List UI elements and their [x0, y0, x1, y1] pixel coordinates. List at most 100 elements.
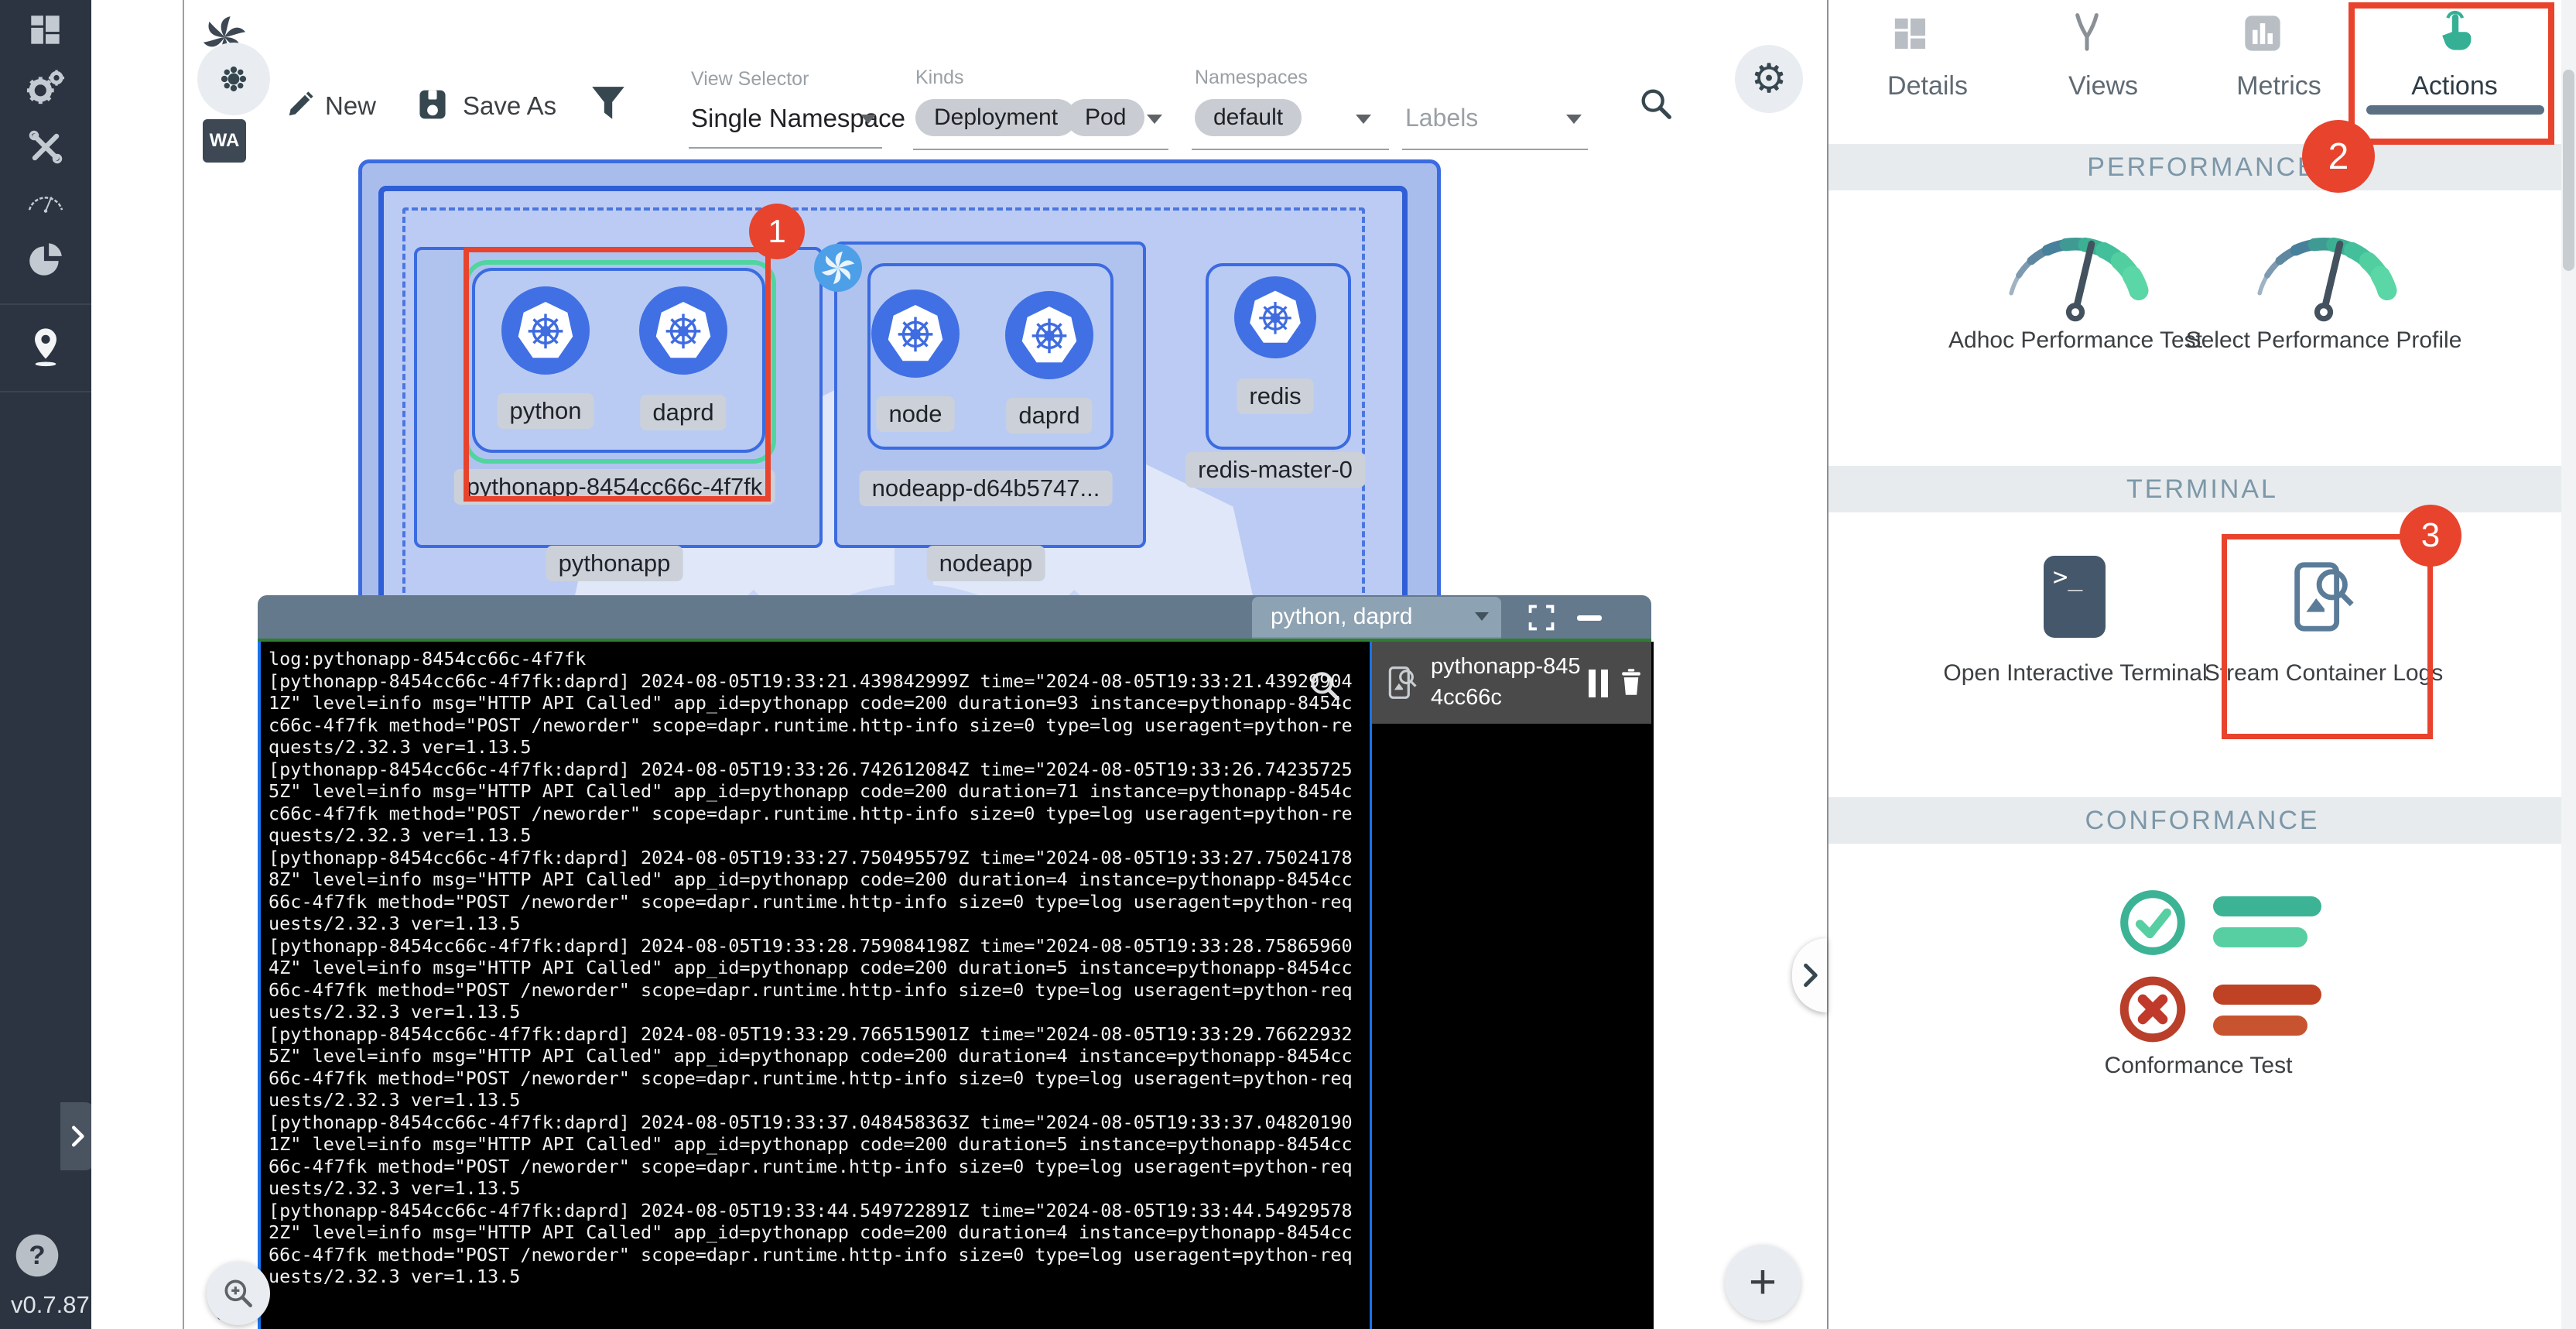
save-icon[interactable]	[415, 87, 450, 122]
annotation-box-1	[464, 247, 771, 502]
annotation-box-3	[2222, 534, 2433, 739]
log-entry: [pythonapp-8454cc66c-4f7fk:daprd] 2024-0…	[269, 847, 1360, 935]
container-selector-dropdown[interactable]: python, daprd	[1252, 597, 1501, 639]
diagram-menu-button[interactable]	[197, 43, 270, 115]
container-redis[interactable]	[1234, 276, 1316, 358]
adhoc-performance-gauge-icon	[1990, 217, 2160, 327]
section-terminal-header: TERMINAL	[1829, 466, 2576, 512]
panel-divider	[1827, 0, 1829, 1329]
settings-gears-icon[interactable]	[22, 64, 70, 112]
minimize-icon[interactable]	[1577, 615, 1602, 621]
kinds-dropdown-arrow[interactable]	[1147, 115, 1162, 124]
gear-icon: ⚙	[1751, 59, 1787, 99]
view-selector-dropdown-arrow[interactable]	[860, 115, 876, 124]
log-entry: [pythonapp-8454cc66c-4f7fk:daprd] 2024-0…	[269, 1200, 1360, 1288]
add-button[interactable]: +	[1725, 1245, 1801, 1320]
search-icon[interactable]	[1637, 85, 1675, 122]
pie-chart-icon[interactable]	[22, 235, 70, 283]
group-label: nodeapp	[927, 546, 1045, 581]
panel-expand-handle[interactable]	[1792, 938, 1827, 1012]
adhoc-performance-test-action[interactable]: Adhoc Performance Test	[1936, 321, 2215, 360]
right-panel: Details Views Metrics Actions PERFORMANC…	[1829, 0, 2576, 1329]
tools-icon[interactable]	[22, 123, 70, 171]
kind-chip-deployment[interactable]: Deployment	[915, 99, 1076, 136]
tab-details[interactable]: Details	[1850, 71, 2005, 101]
pod-label: redis-master-0	[1185, 452, 1365, 488]
section-conformance-header: CONFORMANCE	[1829, 797, 2576, 844]
app-window: v0.7.87 WA New Save As View Selector Sin…	[0, 0, 2576, 1329]
trash-icon[interactable]	[1615, 665, 1647, 699]
dashboard-icon[interactable]	[22, 6, 70, 54]
log-entry: [pythonapp-8454cc66c-4f7fk:daprd] 2024-0…	[269, 670, 1360, 759]
tab-views[interactable]: Views	[2026, 71, 2181, 101]
namespaces-label: Namespaces	[1195, 67, 1308, 89]
log-entry: [pythonapp-8454cc66c-4f7fk:daprd] 2024-0…	[269, 935, 1360, 1023]
labels-input[interactable]: Labels	[1405, 104, 1478, 132]
log-entry: [pythonapp-8454cc66c-4f7fk:daprd] 2024-0…	[269, 759, 1360, 847]
annotation-badge-1: 1	[749, 204, 805, 259]
new-button[interactable]: New	[325, 91, 376, 121]
location-pin-icon[interactable]	[22, 324, 70, 372]
views-tab-icon	[2065, 11, 2110, 56]
container-label: node	[877, 396, 955, 432]
annotation-badge-2: 2	[2302, 120, 2375, 193]
help-icon[interactable]	[13, 1231, 61, 1279]
sidebar-divider	[0, 303, 91, 305]
conformance-check-bar	[2213, 927, 2307, 947]
wasm-wa-icon[interactable]: WA	[203, 119, 246, 163]
metrics-tab-icon	[2242, 12, 2284, 54]
select-performance-gauge-icon	[2239, 217, 2409, 327]
tab-metrics[interactable]: Metrics	[2201, 71, 2356, 101]
conformance-cross-bar	[2213, 1016, 2307, 1036]
sidebar-divider	[0, 391, 91, 392]
log-tab-label: pythonapp-8454cc66c	[1431, 651, 1586, 713]
log-stream-area[interactable]: log:pythonapp-8454cc66c-4f7fk [pythonapp…	[261, 642, 1370, 1329]
conformance-check-icon	[2117, 887, 2188, 958]
kinds-underline	[913, 149, 1168, 150]
select-performance-profile-action[interactable]: Select Performance Profile	[2184, 321, 2463, 360]
gauge-icon[interactable]	[22, 177, 70, 225]
scrollbar-thumb[interactable]	[2563, 70, 2574, 271]
stream-logs-icon	[1384, 665, 1420, 700]
container-daprd-2[interactable]	[1005, 291, 1093, 379]
new-pencil-icon[interactable]	[282, 88, 316, 122]
log-header-line: log:pythonapp-8454cc66c-4f7fk	[269, 648, 1360, 670]
filter-funnel-icon[interactable]	[588, 82, 628, 125]
conformance-cross-bar	[2213, 985, 2321, 1005]
container-node[interactable]	[871, 289, 960, 378]
terminal-titlebar[interactable]: python, daprd	[258, 595, 1651, 639]
pause-icon[interactable]	[1589, 670, 1609, 697]
details-tab-icon	[1889, 12, 1934, 57]
terminal-body: log:pythonapp-8454cc66c-4f7fk [pythonapp…	[258, 639, 1651, 1329]
annotation-box-2	[2349, 2, 2554, 145]
namespaces-dropdown-arrow[interactable]	[1356, 115, 1371, 124]
open-interactive-terminal-action[interactable]: Open Interactive Terminal	[1936, 654, 2215, 693]
fullscreen-icon[interactable]	[1527, 603, 1556, 632]
view-selector-underline	[689, 147, 882, 149]
log-tab[interactable]: pythonapp-8454cc66c	[1372, 642, 1651, 724]
kind-chip-pod[interactable]: Pod	[1066, 99, 1144, 136]
log-entry: [pythonapp-8454cc66c-4f7fk:daprd] 2024-0…	[269, 1111, 1360, 1200]
version-label: v0.7.87	[11, 1291, 90, 1319]
left-sidebar: v0.7.87	[0, 0, 91, 1329]
secondary-rail: WA	[91, 0, 183, 1329]
sidebar-expand-handle[interactable]	[60, 1102, 94, 1170]
zoom-in-button[interactable]	[207, 1262, 270, 1325]
settings-button[interactable]: ⚙	[1735, 45, 1803, 113]
magnifier-cursor-icon	[1307, 668, 1343, 704]
namespace-chip-default[interactable]: default	[1195, 99, 1302, 136]
pod-label: nodeapp-d64b5747...	[860, 471, 1113, 506]
scrollbar-track[interactable]	[2561, 0, 2576, 1329]
container-label: redis	[1237, 378, 1313, 414]
group-label: pythonapp	[546, 546, 683, 581]
view-selector-label: View Selector	[691, 68, 809, 91]
save-as-button[interactable]: Save As	[463, 91, 556, 121]
log-entry: [pythonapp-8454cc66c-4f7fk:daprd] 2024-0…	[269, 1023, 1360, 1111]
dapr-sidecar-badge-icon	[814, 244, 862, 292]
annotation-badge-3: 3	[2400, 505, 2461, 567]
labels-dropdown-arrow[interactable]	[1566, 115, 1582, 124]
conformance-test-action[interactable]: Conformance Test	[2044, 1046, 2353, 1085]
container-label: daprd	[1006, 398, 1092, 433]
log-tabs-panel: pythonapp-8454cc66c	[1370, 642, 1654, 1329]
conformance-cross-icon	[2117, 974, 2188, 1045]
